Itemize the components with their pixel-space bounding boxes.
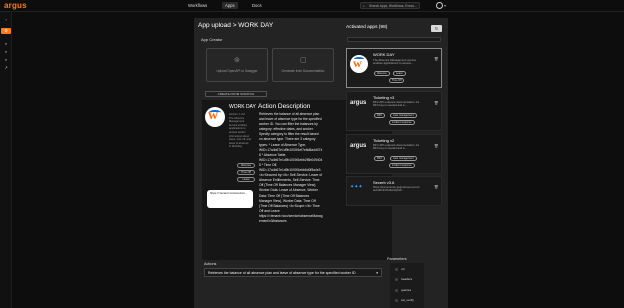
argus-logo: argus [350, 100, 367, 106]
share-icon[interactable]: ↗ [3, 65, 9, 71]
app-tag[interactable]: case management [390, 156, 417, 161]
nav-apps[interactable]: Apps [222, 2, 238, 9]
tag-absence[interactable]: Absence [237, 163, 255, 168]
generate-docs-label: Generate from Documentation [281, 69, 325, 73]
search-alt-icon[interactable]: ⌕ [3, 49, 9, 55]
app-card-name: Ticketing v2 [373, 138, 395, 143]
search-icon[interactable]: ⌕ [3, 41, 9, 47]
chevron-down-icon[interactable]: ▾ [444, 3, 446, 8]
app-card-name: WORK DAY [373, 52, 395, 57]
trash-icon[interactable]: 🗑 [434, 144, 438, 148]
actions-selected-value: Retrieves the balance of all absence pla… [208, 271, 356, 275]
top-navbar: argus Workflows Apps Docs ⌕ Search Apps,… [0, 0, 624, 12]
refresh-button[interactable]: ↻ [431, 25, 442, 32]
create-from-scratch-button[interactable]: CREATE FROM SCRATCH [205, 91, 267, 97]
page-title: App upload > WORK DAY [198, 22, 274, 29]
search-icon: ⌕ [363, 4, 365, 8]
app-card-desc: The Absence Management service enables ap… [373, 59, 417, 66]
actions-select[interactable]: Retrieves the balance of all absence pla… [204, 268, 382, 277]
url-tooltip: https://<tenant>/ccx/service/... [207, 190, 253, 208]
upload-icon: ⊚ [234, 57, 240, 64]
generate-docs-card[interactable]: ▢ Generate from Documentation [272, 48, 334, 82]
app-tag[interactable]: incident response [389, 163, 415, 168]
upload-openapi-label: Upload OpenAPI or Swagger [216, 69, 258, 73]
app-card-name: Secerb v3.6 [373, 180, 395, 185]
brand-logo[interactable]: argus [4, 1, 27, 10]
param-url[interactable]: url [395, 267, 404, 271]
app-card-desc: https://documenter.getpostman.com/v iew/3… [373, 186, 420, 193]
app-tag[interactable]: Leave [393, 71, 406, 76]
trash-icon[interactable]: 🗑 [434, 185, 438, 189]
workday-logo: w [350, 55, 368, 73]
app-tag[interactable]: RFC [374, 113, 386, 118]
chevron-down-icon: ▾ [376, 270, 378, 275]
tag-leave[interactable]: Leave [237, 177, 255, 182]
param-headers[interactable]: headers [395, 277, 412, 281]
parameters-label: Parameters [387, 257, 407, 261]
app-card-name: Ticketing v3 [373, 95, 395, 100]
app-tag[interactable]: Absence [374, 71, 390, 76]
trash-icon[interactable]: 🗑 [434, 57, 438, 61]
apps-filter-input[interactable] [347, 37, 441, 42]
servicenow-logo: ✦✦✦ [350, 184, 363, 190]
search-input[interactable]: ⌕ Search Apps, Workflows, Execu... [360, 2, 420, 9]
avatar[interactable] [436, 2, 443, 9]
app-tag[interactable]: Time Off [389, 78, 405, 83]
document-icon: ▢ [300, 57, 307, 64]
action-description-title: Action Description [258, 103, 311, 110]
nav-docs[interactable]: Docs [252, 3, 262, 8]
search-list-icon[interactable]: ⌕ [3, 57, 9, 63]
tag-time-off[interactable]: Time Off [237, 170, 255, 175]
actions-label: Actions [204, 262, 217, 266]
upload-openapi-card[interactable]: ⊚ Upload OpenAPI or Swagger [206, 48, 268, 82]
flow-icon[interactable]: ⚙ [1, 28, 11, 34]
param-queries[interactable]: queries [395, 288, 411, 292]
refresh-icon: ↻ [434, 26, 439, 31]
app-subtitle: Version: 1.0.0 The Absence Management se… [229, 113, 251, 149]
argus-logo: argus [350, 143, 367, 149]
app-name: WORK DAY [229, 104, 256, 110]
app-tag[interactable]: case management [390, 113, 417, 118]
trash-icon[interactable]: 🗑 [434, 101, 438, 105]
app-creator-label: App Creator [201, 37, 223, 42]
action-description-body: Retrieves the balance of all absence pla… [259, 112, 323, 223]
param-ssl-verify[interactable]: ssl_verify [395, 298, 414, 302]
app-tag[interactable]: RFC [374, 156, 386, 161]
app-card-desc: RFC API endpoint documentation. As RFC ke… [373, 144, 420, 151]
sidebar: › ⚙ ⌕ ⌕ ⌕ ↗ [0, 12, 12, 308]
arrow-right-icon[interactable]: › [3, 17, 9, 23]
activated-apps-title: Activated apps (98) [346, 25, 388, 30]
nav-workflows[interactable]: Workflows [188, 3, 207, 8]
app-tag[interactable]: incident response [389, 120, 415, 125]
workday-logo: w [205, 107, 225, 127]
app-card-desc: RFC API endpoint documentation. As RFC ke… [373, 101, 420, 108]
search-placeholder: Search Apps, Workflows, Execu... [369, 4, 417, 8]
